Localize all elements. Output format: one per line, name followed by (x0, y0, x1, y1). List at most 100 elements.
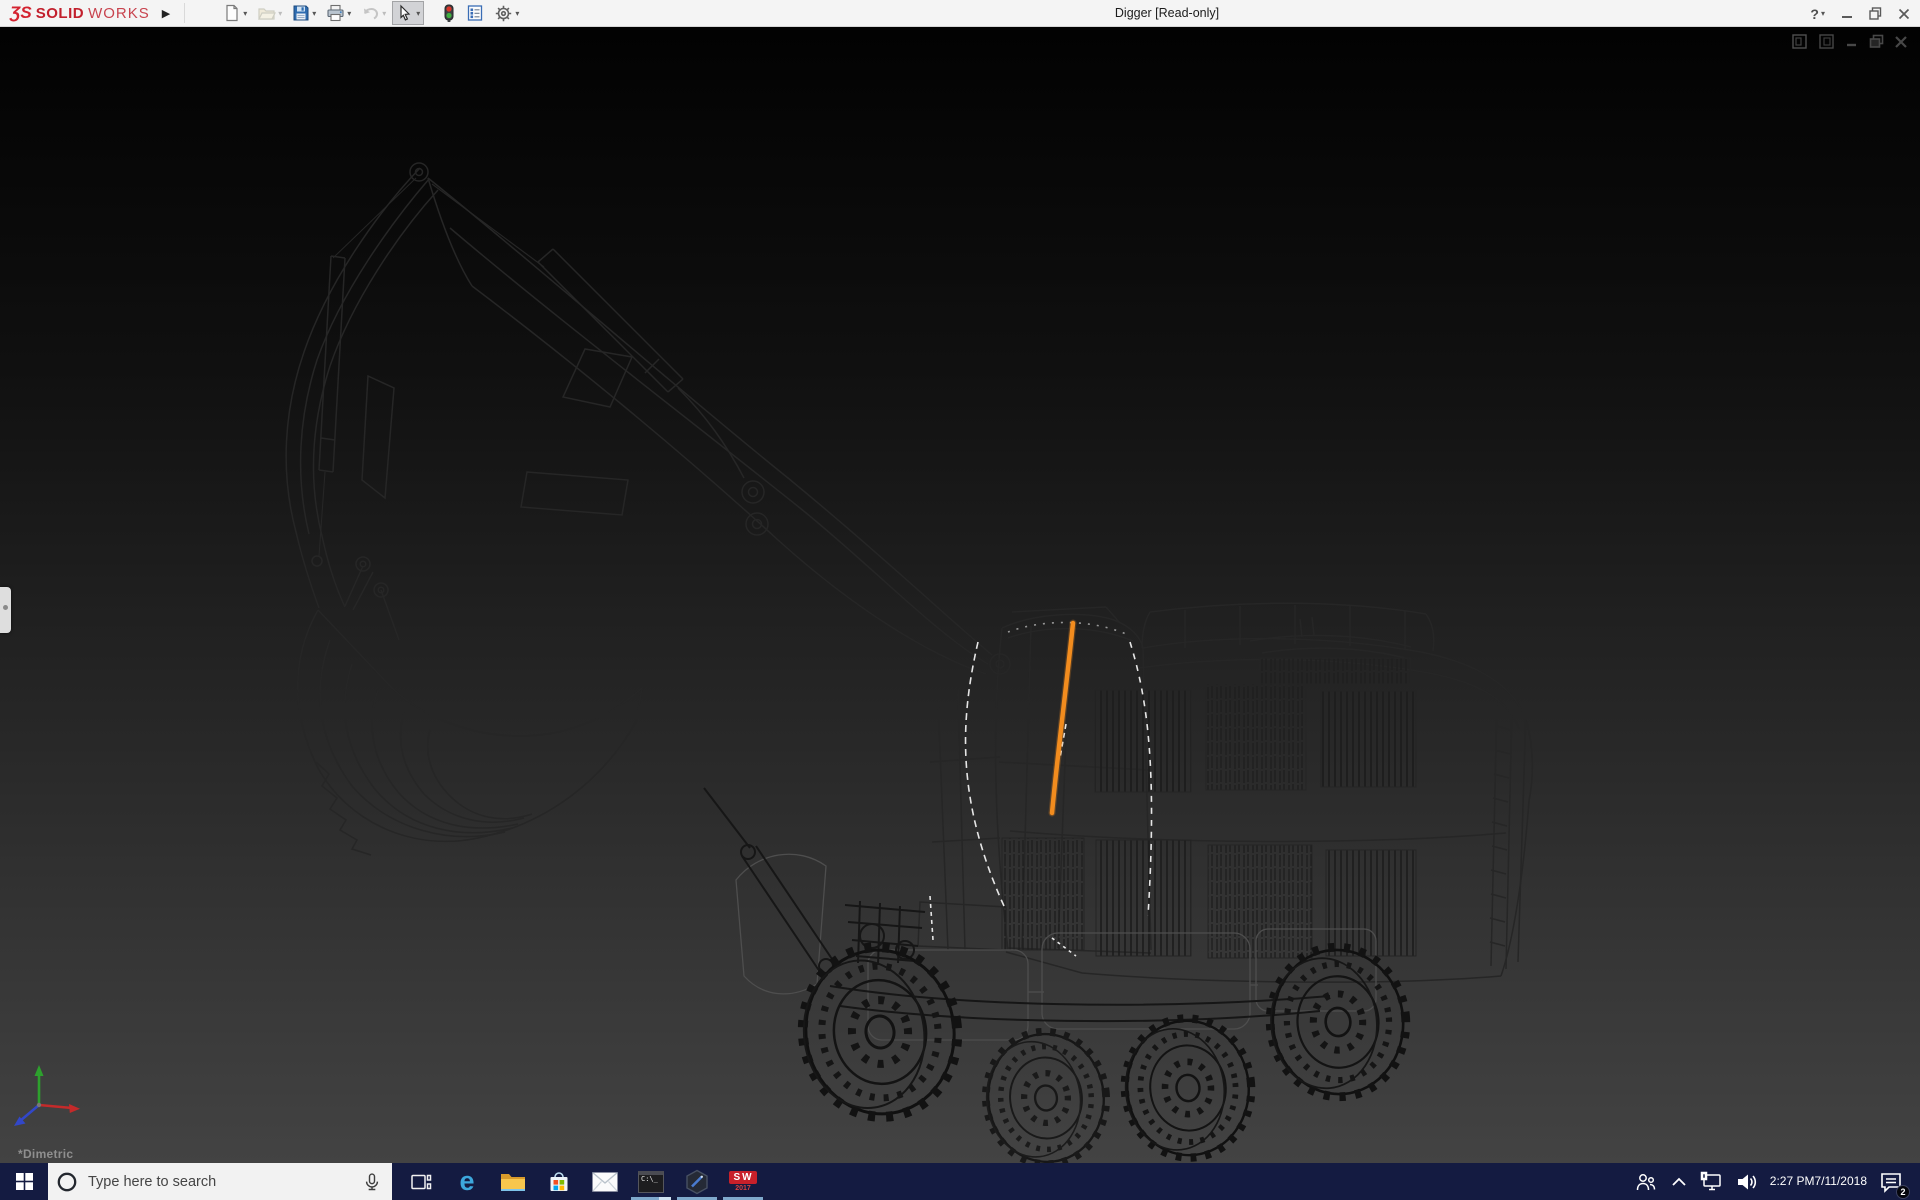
caret-down-icon[interactable]: ▾ (382, 9, 386, 18)
title-bar: ƷS SOLIDWORKS ▶ ▾ ▾ ▾ ▾ ▾ (0, 0, 1920, 27)
mail-button[interactable] (582, 1163, 628, 1200)
file-explorer-button[interactable] (490, 1163, 536, 1200)
doc-restore-icon[interactable] (1869, 34, 1884, 49)
hexagon-app-icon (684, 1169, 710, 1195)
doc-close-icon[interactable] (1894, 35, 1908, 49)
caret-down-icon[interactable]: ▾ (416, 9, 420, 18)
brand-solid: SOLID (36, 5, 84, 22)
boom-arm (410, 163, 992, 674)
taskbar-search[interactable]: Type here to search (48, 1163, 392, 1200)
edge-icon: e (459, 1168, 474, 1195)
solidworks-app-button[interactable]: SW 2017 (720, 1163, 766, 1200)
dassault-3ds-logo-icon: ƷS (10, 3, 32, 23)
close-button[interactable] (1898, 8, 1910, 20)
search-placeholder: Type here to search (88, 1174, 352, 1190)
quick-access-toolbar: ▾ ▾ ▾ ▾ ▾ ▾ (219, 1, 523, 25)
mail-icon (592, 1172, 618, 1192)
save-button[interactable]: ▾ (288, 1, 320, 25)
network-display-icon (1700, 1170, 1724, 1194)
people-icon (1634, 1170, 1658, 1194)
toolbar-separator (184, 3, 185, 23)
solidworks-logo: ƷS SOLIDWORKS (0, 3, 156, 23)
open-button[interactable]: ▾ (253, 1, 286, 25)
doc-window-alt-icon[interactable] (1818, 33, 1835, 50)
caret-down-icon[interactable]: ▾ (515, 9, 519, 18)
wheel-rear-right (1264, 942, 1412, 1103)
window-title: Digger [Read-only] (1047, 0, 1287, 27)
restore-icon (1869, 7, 1882, 20)
network-button[interactable] (1700, 1170, 1724, 1194)
document-window-controls (1791, 33, 1908, 50)
select-tool-button[interactable]: ▾ (392, 1, 424, 25)
notification-badge: 2 (1896, 1185, 1910, 1199)
volume-button[interactable] (1735, 1170, 1759, 1194)
chevron-up-icon (1669, 1172, 1689, 1192)
windows-taskbar: Type here to search e C:\_ (0, 1163, 1920, 1200)
tray-clock[interactable]: 2:27 PM 7/11/2018 (1770, 1175, 1867, 1189)
restore-button[interactable] (1869, 7, 1882, 20)
system-tray: 2:27 PM 7/11/2018 2 (1634, 1163, 1920, 1200)
featuremanager-collapsed-tab[interactable] (0, 587, 11, 633)
caret-down-icon[interactable]: ▾ (243, 9, 247, 18)
caret-down-icon[interactable]: ▾ (278, 9, 282, 18)
open-folder-icon (257, 4, 276, 22)
doc-minimize-icon[interactable] (1845, 35, 1859, 49)
file-explorer-icon (500, 1171, 526, 1193)
close-icon (1898, 8, 1910, 20)
store-icon (547, 1170, 571, 1194)
rebuild-button[interactable] (438, 1, 460, 25)
start-button[interactable] (0, 1163, 48, 1200)
command-prompt-button[interactable]: C:\_ (628, 1163, 674, 1200)
new-document-icon (223, 4, 241, 22)
minimize-button[interactable] (1841, 8, 1853, 20)
options-button[interactable]: ▾ (490, 1, 523, 25)
print-icon (326, 4, 345, 22)
caret-down-icon[interactable]: ▾ (1821, 9, 1825, 18)
minimize-icon (1841, 8, 1853, 20)
edge-browser-button[interactable]: e (444, 1163, 490, 1200)
save-floppy-icon (292, 4, 310, 22)
cortana-icon (56, 1171, 78, 1193)
menu-expand-arrow-icon[interactable]: ▶ (156, 5, 176, 22)
solidworks-window: ƷS SOLIDWORKS ▶ ▾ ▾ ▾ ▾ ▾ (0, 0, 1920, 1200)
brand-works: WORKS (88, 5, 150, 22)
microphone-icon[interactable] (362, 1171, 382, 1193)
people-button[interactable] (1634, 1170, 1658, 1194)
caret-down-icon[interactable]: ▾ (347, 9, 351, 18)
undo-arrow-icon (361, 4, 380, 22)
doc-window-icon[interactable] (1791, 33, 1808, 50)
gear-icon (494, 4, 513, 23)
speaker-icon (1735, 1170, 1759, 1194)
orientation-triad (6, 1061, 84, 1139)
file-properties-button[interactable] (462, 1, 488, 25)
hexagon-app-button[interactable] (674, 1163, 720, 1200)
bucket (298, 557, 642, 855)
print-button[interactable]: ▾ (322, 1, 355, 25)
hidden-icons-button[interactable] (1669, 1172, 1689, 1192)
tray-date: 7/11/2018 (1815, 1175, 1868, 1189)
file-properties-icon (466, 4, 484, 22)
wheel-front-right (979, 1026, 1112, 1163)
tray-time: 2:27 PM (1770, 1175, 1815, 1189)
excavator-wireframe (0, 27, 1920, 1163)
windows-logo-icon (16, 1173, 33, 1190)
command-prompt-icon: C:\_ (638, 1171, 664, 1193)
new-document-button[interactable]: ▾ (219, 1, 251, 25)
action-center-button[interactable]: 2 (1878, 1169, 1904, 1195)
view-orientation-label: *Dimetric (18, 1147, 73, 1161)
select-cursor-icon (396, 4, 414, 22)
rebuild-traffic-light-icon (442, 4, 456, 23)
selected-edge (1052, 623, 1073, 813)
task-view-button[interactable] (398, 1163, 444, 1200)
task-view-icon (409, 1170, 433, 1194)
caret-down-icon[interactable]: ▾ (312, 9, 316, 18)
x-axis-arrow (69, 1104, 80, 1113)
y-axis-arrow (35, 1065, 44, 1076)
wheel-rear-left (1118, 1012, 1258, 1163)
undo-button[interactable]: ▾ (357, 1, 390, 25)
help-button[interactable]: ? ▾ (1810, 6, 1825, 22)
microsoft-store-button[interactable] (536, 1163, 582, 1200)
help-question-icon: ? (1810, 6, 1819, 22)
graphics-viewport[interactable]: *Dimetric (0, 27, 1920, 1163)
taskbar-app-icons: e C:\_ SW 2017 (398, 1163, 766, 1200)
